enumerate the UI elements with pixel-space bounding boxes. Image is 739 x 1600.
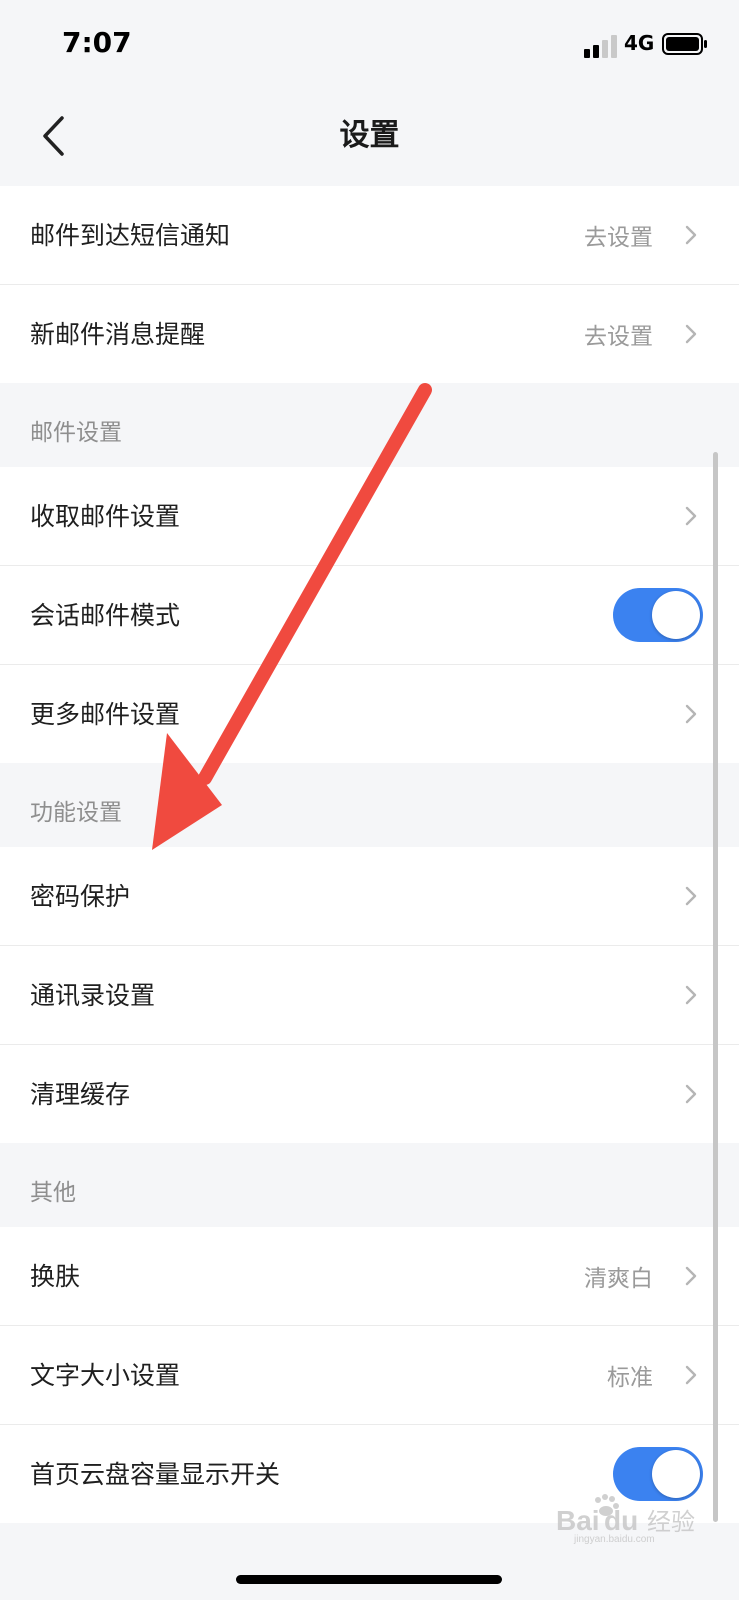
chevron-right-icon [685,704,697,724]
row-label: 会话邮件模式 [30,601,181,630]
row-label: 清理缓存 [30,1080,131,1109]
baidu-watermark-logo: Bai du 经验 jingyan.baidu.com [556,1494,695,1544]
chevron-right-icon [685,1266,697,1286]
row-password-protection[interactable]: 密码保护 [0,847,739,946]
toggle-knob [652,1450,700,1498]
row-label: 文字大小设置 [30,1361,181,1390]
chevron-right-icon [685,886,697,906]
battery-icon [662,33,707,55]
status-bar: 7:07 4G [0,0,739,90]
home-indicator[interactable] [236,1575,502,1584]
toggle-knob [652,591,700,639]
row-conversation-mode: 会话邮件模式 [0,566,739,665]
chevron-right-icon [685,506,697,526]
signal-strength-icon [584,35,617,58]
row-more-mail-settings[interactable]: 更多邮件设置 [0,665,739,763]
row-label: 首页云盘容量显示开关 [30,1460,281,1489]
chevron-right-icon [685,324,697,344]
navigation-bar: 设置 [0,90,739,186]
conversation-mode-toggle[interactable] [613,588,703,642]
section-title: 功能设置 [30,800,122,826]
row-value: 清爽白 [584,1266,653,1292]
svg-text:jingyan.baidu.com: jingyan.baidu.com [573,1534,655,1544]
row-mail-sms-notify[interactable]: 邮件到达短信通知 去设置 [0,186,739,285]
section-title: 其他 [30,1180,76,1206]
chevron-right-icon [685,225,697,245]
settings-list: 邮件到达短信通知 去设置 新邮件消息提醒 去设置 邮件设置 收取邮件设置 会话邮… [0,186,739,1523]
row-font-size[interactable]: 文字大小设置 标准 [0,1326,739,1425]
row-value: 去设置 [584,225,653,251]
row-label: 新邮件消息提醒 [30,320,206,349]
row-clear-cache[interactable]: 清理缓存 [0,1045,739,1143]
network-type: 4G [624,31,655,55]
page-title: 设置 [339,118,400,153]
row-receive-mail-settings[interactable]: 收取邮件设置 [0,467,739,566]
row-label: 更多邮件设置 [30,700,181,729]
row-label: 收取邮件设置 [30,502,181,531]
row-value: 去设置 [584,324,653,350]
row-label: 通讯录设置 [30,981,156,1010]
section-title: 邮件设置 [30,420,122,446]
chevron-right-icon [685,1365,697,1385]
row-new-mail-reminder[interactable]: 新邮件消息提醒 去设置 [0,285,739,383]
svg-text:经验: 经验 [647,1508,695,1536]
row-label: 换肤 [30,1262,81,1291]
svg-text:Bai: Bai [556,1505,600,1536]
row-label: 邮件到达短信通知 [30,221,231,250]
section-header-other: 其他 [0,1143,739,1227]
chevron-right-icon [685,1084,697,1104]
svg-text:du: du [604,1505,638,1536]
row-contacts-settings[interactable]: 通讯录设置 [0,946,739,1045]
row-skin[interactable]: 换肤 清爽白 [0,1227,739,1326]
row-label: 密码保护 [30,882,131,911]
section-header-mail: 邮件设置 [0,383,739,467]
row-value: 标准 [607,1365,653,1391]
status-time: 7:07 [62,26,132,59]
chevron-right-icon [685,985,697,1005]
scrollbar[interactable] [713,452,718,1522]
section-header-features: 功能设置 [0,763,739,847]
